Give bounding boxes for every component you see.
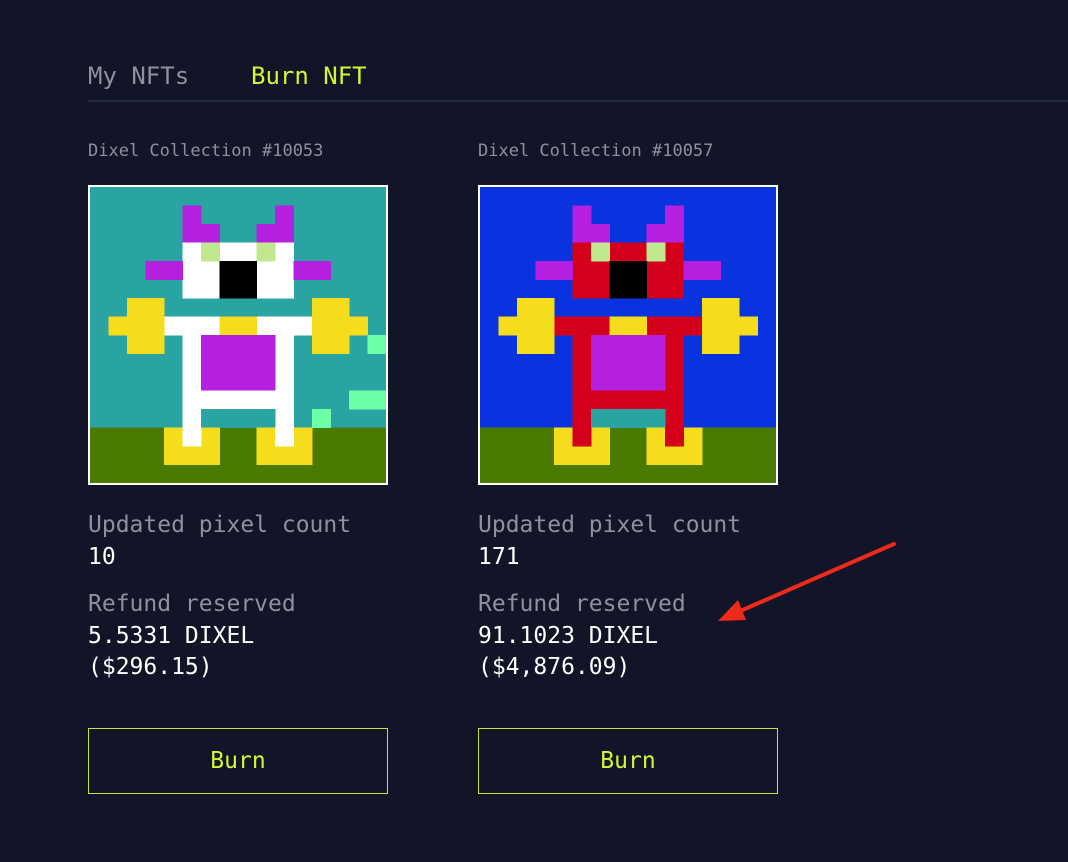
- waist: [591, 390, 666, 410]
- nft-card: Dixel Collection #10053 Updated pixel co…: [88, 140, 388, 794]
- pixel-count-value: 10: [88, 544, 116, 570]
- refund-usd: ($4,876.09): [478, 654, 631, 680]
- refund-amount: 91.1023 DIXEL: [478, 623, 659, 649]
- nft-title: Dixel Collection #10053: [88, 141, 324, 161]
- ear: [683, 261, 721, 280]
- horn: [256, 224, 294, 243]
- leg: [572, 427, 592, 447]
- leg: [572, 390, 592, 428]
- tab-burn-nft[interactable]: Burn NFT: [251, 62, 367, 90]
- horn: [646, 224, 684, 243]
- ear: [535, 261, 573, 280]
- mouth: [219, 261, 257, 299]
- refund-label: Refund reserved: [88, 591, 296, 617]
- mouth: [609, 261, 647, 299]
- burn-button[interactable]: Burn: [88, 728, 388, 794]
- belly: [201, 335, 276, 391]
- eye: [256, 242, 276, 262]
- leg: [182, 427, 202, 447]
- horn: [572, 224, 610, 243]
- pixel-count-value: 171: [478, 544, 520, 570]
- pixel-count-label: Updated pixel count: [478, 512, 742, 538]
- leg: [665, 390, 684, 428]
- neck: [219, 316, 257, 336]
- nft-card: Dixel Collection #10057 Updated pixel co…: [478, 140, 778, 794]
- ear: [145, 261, 183, 280]
- eye: [201, 242, 220, 262]
- sparkle: [367, 335, 386, 354]
- waist: [201, 390, 276, 410]
- nft-image: [478, 185, 778, 485]
- art-ground: [90, 427, 386, 483]
- ear: [293, 261, 331, 280]
- leg: [275, 427, 294, 447]
- hand: [702, 298, 740, 354]
- leg: [275, 390, 294, 428]
- refund-usd: ($296.15): [88, 654, 213, 680]
- tab-my-nfts[interactable]: My NFTs: [88, 62, 189, 90]
- tab-bar: My NFTs Burn NFT: [88, 56, 1068, 102]
- gap: [591, 409, 666, 428]
- horn: [182, 224, 220, 243]
- burn-button[interactable]: Burn: [478, 728, 778, 794]
- gap: [201, 409, 276, 428]
- leg: [665, 427, 684, 447]
- sparkle: [312, 409, 331, 428]
- nft-image: [88, 185, 388, 485]
- leg: [182, 390, 202, 428]
- refund-label: Refund reserved: [478, 591, 686, 617]
- refund-amount: 5.5331 DIXEL: [88, 623, 255, 649]
- nft-title: Dixel Collection #10057: [478, 141, 714, 161]
- hand: [517, 298, 555, 354]
- neck: [609, 316, 647, 336]
- pixel-count-label: Updated pixel count: [88, 512, 352, 538]
- eye: [646, 242, 666, 262]
- hand: [127, 298, 165, 354]
- hand: [312, 298, 350, 354]
- eye: [591, 242, 610, 262]
- belly: [591, 335, 666, 391]
- sparkle: [349, 390, 386, 410]
- art-ground: [480, 427, 776, 483]
